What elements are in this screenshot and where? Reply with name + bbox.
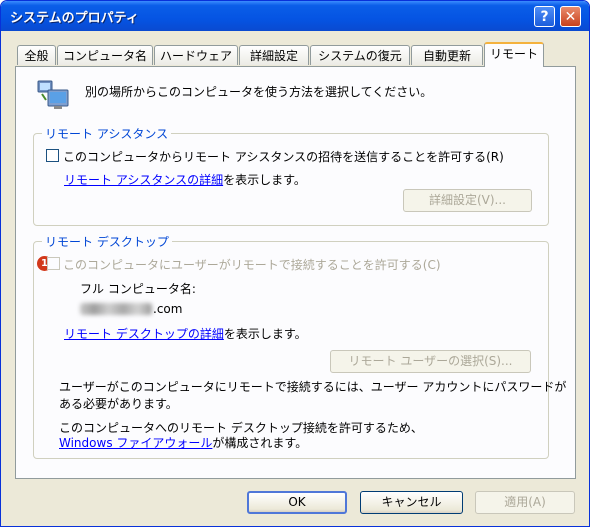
remote-assistance-details-link[interactable]: リモート アシスタンスの詳細 — [64, 173, 223, 187]
remote-computers-icon — [37, 80, 69, 109]
tab-computer-name[interactable]: コンピュータ名 — [57, 45, 153, 65]
advanced-settings-button[interactable]: 詳細設定(V)... — [403, 189, 532, 212]
remote-tab-panel: 別の場所からこのコンピュータを使う方法を選択してください。 リモート アシスタン… — [15, 66, 576, 479]
title-bar[interactable]: システムのプロパティ ? ✕ — [1, 1, 589, 31]
tab-advanced[interactable]: 詳細設定 — [239, 45, 309, 65]
full-computer-name-value: .com — [153, 302, 183, 316]
remote-desktop-checkbox[interactable] — [47, 257, 60, 270]
apply-button[interactable]: 適用(A) — [475, 491, 575, 514]
intro-text: 別の場所からこのコンピュータを使う方法を選択してください。 — [85, 85, 433, 99]
remote-desktop-group-label: リモート デスクトップ — [42, 233, 172, 250]
tab-general[interactable]: 全般 — [17, 45, 56, 65]
firewall-note-suffix: が構成されます。 — [212, 436, 308, 450]
tab-system-restore[interactable]: システムの復元 — [310, 45, 410, 65]
cancel-button[interactable]: キャンセル — [360, 491, 463, 514]
system-properties-window: システムのプロパティ ? ✕ 全般 コンピュータ名 ハードウェア 詳細設定 シス… — [0, 0, 590, 527]
remote-desktop-details: リモート デスクトップの詳細を表示します。 — [64, 325, 307, 342]
tab-automatic-updates[interactable]: 自動更新 — [411, 45, 483, 65]
window-title: システムのプロパティ — [10, 11, 139, 26]
password-note-line2: ある必要があります。 — [59, 397, 178, 411]
remote-assistance-group-label: リモート アシスタンス — [42, 125, 172, 142]
full-computer-name-label: フル コンピュータ名: — [80, 282, 196, 296]
windows-firewall-link[interactable]: Windows ファイアウォール — [59, 436, 212, 450]
remote-assistance-details: リモート アシスタンスの詳細を表示します。 — [64, 171, 306, 188]
ok-button[interactable]: OK — [247, 491, 347, 514]
obscured-computer-name — [80, 303, 152, 315]
remote-assistance-details-suffix: を表示します。 — [223, 173, 306, 187]
tab-hardware[interactable]: ハードウェア — [154, 45, 238, 65]
password-note-line1: ユーザーがこのコンピュータにリモートで接続するには、ユーザー アカウントにパスワ… — [59, 380, 567, 394]
close-button[interactable]: ✕ — [560, 6, 581, 27]
select-remote-users-button[interactable]: リモート ユーザーの選択(S)... — [330, 350, 531, 373]
tab-strip: 全般 コンピュータ名 ハードウェア 詳細設定 システムの復元 自動更新 リモート — [15, 42, 575, 67]
remote-assistance-checkbox-label[interactable]: このコンピュータからリモート アシスタンスの招待を送信することを許可する(R) — [63, 148, 504, 165]
firewall-note-line2: Windows ファイアウォールが構成されます。 — [59, 434, 307, 451]
remote-desktop-details-suffix: を表示します。 — [223, 327, 307, 341]
help-button[interactable]: ? — [534, 6, 555, 27]
remote-desktop-checkbox-label[interactable]: このコンピュータにユーザーがリモートで接続することを許可する(C) — [63, 256, 441, 273]
tab-remote[interactable]: リモート — [484, 42, 544, 67]
remote-assistance-checkbox[interactable] — [46, 149, 59, 162]
remote-desktop-details-link[interactable]: リモート デスクトップの詳細 — [64, 327, 224, 341]
